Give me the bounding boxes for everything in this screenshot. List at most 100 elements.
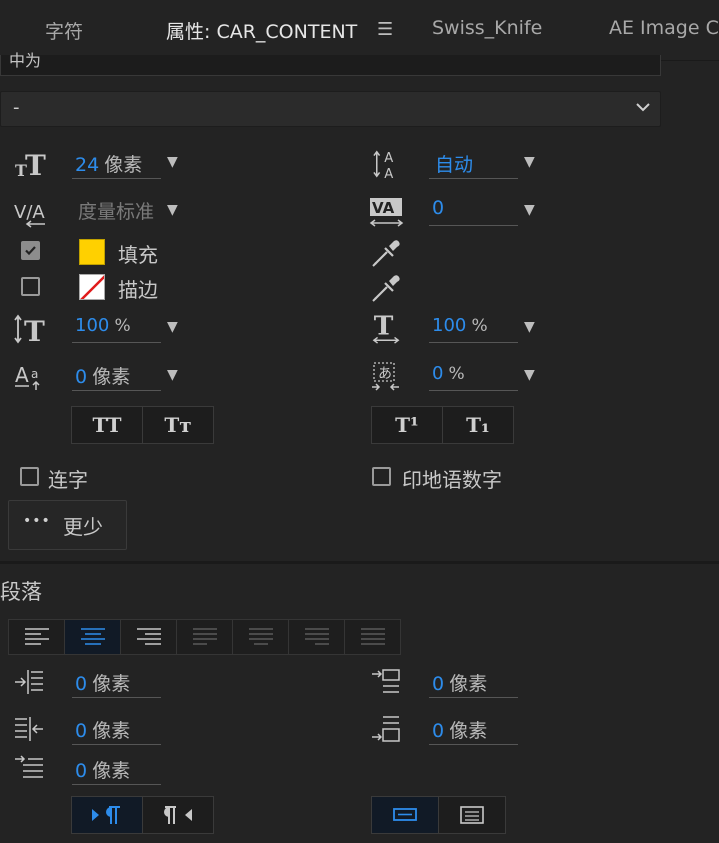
caps-button-group: TT Tт [71,406,214,444]
justify-right-button[interactable] [289,620,345,654]
svg-text:VA: VA [372,199,395,217]
rtl-paragraph-icon [164,806,192,824]
baseline-shift-icon: Aa [13,360,49,392]
tsume-field[interactable]: 0 % [432,363,465,384]
leading-dropdown-arrow[interactable]: ▼ [524,154,535,170]
ligatures-checkbox[interactable] [20,467,39,486]
svg-text:V/A: V/A [14,202,45,223]
justify-all-icon [360,628,385,645]
align-left-button[interactable] [9,620,65,654]
show-less-button[interactable]: ••• 更少 [8,500,127,550]
check-icon [25,246,36,256]
font-size-field[interactable]: 24 像素 [75,150,142,177]
justify-center-icon [248,628,273,645]
first-line-indent-underline [72,784,161,785]
tsume-icon: あ [369,360,405,392]
font-size-icon: TT [13,148,49,182]
leading-underline [429,178,518,179]
font-style-dropdown[interactable]: - [0,91,661,127]
justify-left-button[interactable] [177,620,233,654]
horizontal-scale-underline [429,342,518,343]
fill-color-swatch[interactable] [79,239,105,265]
justify-center-button[interactable] [233,620,289,654]
stroke-eyedropper-icon[interactable] [369,271,405,303]
chevron-down-icon [636,103,650,112]
ltr-paragraph-icon [92,806,120,824]
justify-all-button[interactable] [345,620,400,654]
font-size-underline [72,178,161,179]
leading-field[interactable]: 自动 [435,150,473,177]
paragraph-text-icon [460,806,484,824]
hindi-digits-checkbox[interactable] [372,467,391,486]
fill-eyedropper-icon[interactable] [369,236,405,268]
tab-character[interactable]: 字符 [45,17,83,44]
superscript-button[interactable]: T¹ [372,407,443,443]
paragraph-text-button[interactable] [439,797,505,833]
fill-checkbox[interactable] [21,241,40,260]
indent-right-underline [72,744,161,745]
all-caps-button[interactable]: TT [72,407,143,443]
indent-right-field[interactable]: 0 像素 [75,716,130,743]
indent-left-field[interactable]: 0 像素 [75,669,130,696]
vertical-scale-dropdown-arrow[interactable]: ▼ [167,319,178,335]
left-to-right-button[interactable] [72,797,143,833]
show-less-label: 更少 [63,515,103,539]
section-divider [0,561,719,564]
paragraph-section-title: 段落 [0,580,42,604]
script-button-group: T¹ T₁ [371,406,514,444]
text-direction-group [71,796,214,834]
stroke-color-swatch[interactable] [79,274,105,300]
stroke-checkbox[interactable] [21,277,40,296]
hindi-digits-label: 印地语数字 [402,468,502,492]
justify-right-icon [304,628,329,645]
baseline-shift-underline [72,390,161,391]
kerning-dropdown-arrow[interactable]: ▼ [167,202,178,218]
leading-icon: AA [371,148,407,182]
font-size-dropdown-arrow[interactable]: ▼ [167,154,178,170]
svg-text:a: a [31,367,38,381]
tracking-icon: VA [369,196,405,228]
small-caps-button[interactable]: Tт [143,407,213,443]
tsume-dropdown-arrow[interactable]: ▼ [524,367,535,383]
tracking-underline [429,225,518,226]
stroke-label: 描边 [118,278,158,302]
kerning-field[interactable]: 度量标准 [78,197,154,224]
first-line-indent-icon [13,753,49,785]
horizontal-scale-icon: T [369,311,405,344]
vertical-scale-icon: T [13,313,49,348]
more-dots-icon: ••• [23,513,51,529]
horizontal-scale-dropdown-arrow[interactable]: ▼ [524,319,535,335]
space-before-icon [369,666,405,698]
tracking-field[interactable]: 0 [432,197,444,219]
point-text-button[interactable] [372,797,439,833]
baseline-shift-dropdown-arrow[interactable]: ▼ [167,367,178,383]
align-center-button[interactable] [65,620,121,654]
first-line-indent-field[interactable]: 0 像素 [75,756,130,783]
tab-properties[interactable]: 属性: CAR_CONTENT [166,17,357,44]
tab-swiss-knife[interactable]: Swiss_Knife [432,17,542,39]
align-right-icon [136,628,161,645]
align-right-button[interactable] [121,620,177,654]
subscript-button[interactable]: T₁ [443,407,513,443]
kerning-icon: V/A [13,196,49,228]
space-after-field[interactable]: 0 像素 [432,716,487,743]
align-center-icon [80,628,105,645]
baseline-shift-field[interactable]: 0 像素 [75,362,130,389]
tab-ae-image[interactable]: AE Image Co [609,17,719,39]
space-after-underline [429,744,518,745]
indent-left-underline [72,697,161,698]
text-box-mode-group [371,796,506,834]
svg-text:T: T [25,149,46,180]
font-style-value: - [13,97,20,118]
space-before-underline [429,697,518,698]
tracking-dropdown-arrow[interactable]: ▼ [524,202,535,218]
panel-menu-icon[interactable]: ☰ [377,19,393,40]
fill-label: 填充 [118,243,158,267]
right-to-left-button[interactable] [143,797,213,833]
horizontal-scale-field[interactable]: 100 % [432,315,488,336]
paragraph-alignment-group [8,619,401,655]
svg-text:A: A [384,151,393,166]
font-family-field[interactable]: 中为 [0,51,661,76]
space-before-field[interactable]: 0 像素 [432,669,487,696]
vertical-scale-field[interactable]: 100 % [75,315,131,336]
